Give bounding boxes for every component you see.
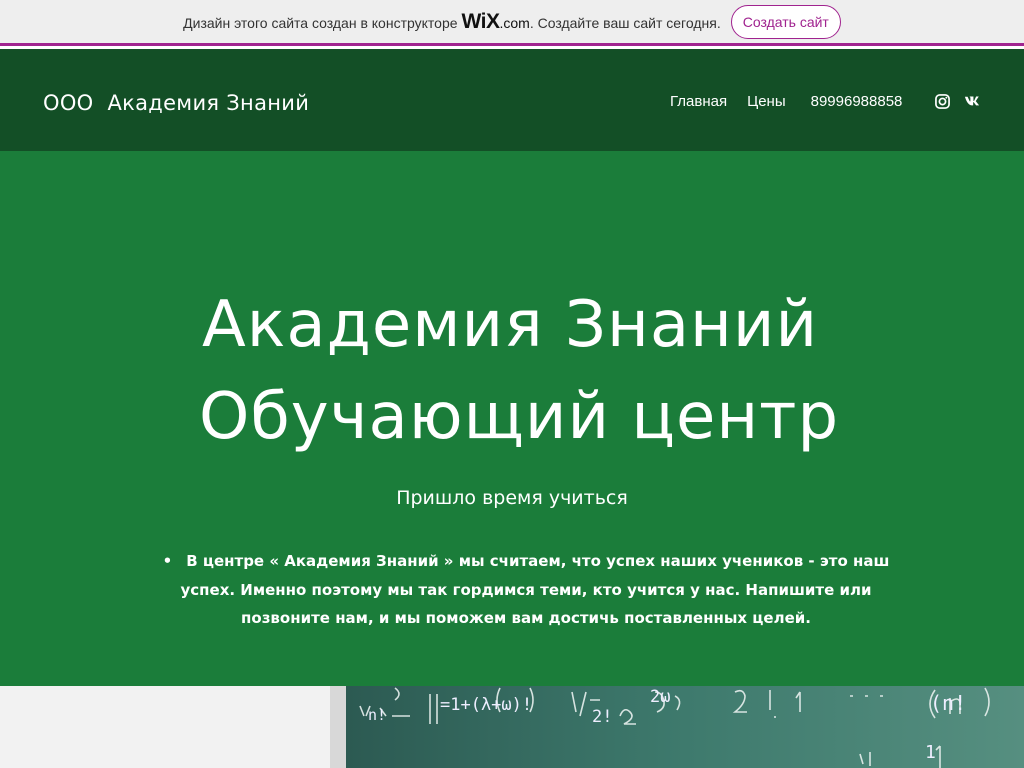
formula-text-3: 2ω [650,687,670,707]
wix-promo-banner: Дизайн этого сайта создан в конструкторе… [0,0,1024,46]
hero-body-content: В центре « Академия Знаний » мы считаем,… [180,552,890,627]
nav-item-prices[interactable]: Цены [747,93,786,110]
social-bar [934,93,980,109]
formula-text-2: =1+(λ+ω)! [440,695,532,715]
nav-item-home[interactable]: Главная [670,93,727,110]
wix-promo-text-before: Дизайн этого сайта создан в конструкторе [183,14,458,31]
hero-title-line1: Академия Знаний [201,288,819,362]
wix-logo-suffix: .com [499,14,530,31]
site-title[interactable]: ООО Академия Знаний [43,91,309,115]
hero-subtitle: Пришло время учиться [396,487,628,509]
formula-text-4: 2! [592,707,612,727]
bullet-marker: • [162,552,173,570]
wix-logo-main: WiX [461,9,500,33]
main-nav: Главная Цены 89996988858 [670,93,902,110]
hero-section: Академия Знаний Обучающий центр Пришло в… [0,151,1024,686]
hero-title-line2: Обучающий центр [198,380,840,454]
vk-icon[interactable] [964,93,980,109]
nav-item-phone[interactable]: 89996988858 [811,93,903,110]
instagram-icon[interactable] [934,93,950,109]
formula-text-6: 1 [925,742,936,763]
formula-text-5: (n! [930,691,966,715]
chalkboard-image: n! =1+(λ+ω)! 2ω 2! (n! 1 [0,686,1024,768]
formula-text-1: n! [368,706,386,724]
create-site-button[interactable]: Создать сайт [730,4,841,39]
hero-title: Академия Знаний Обучающий центр [0,279,1024,463]
hero-body-text: • В центре « Академия Знаний » мы считаем… [150,547,902,633]
site-header: ООО Академия Знаний Главная Цены 8999698… [0,49,1024,151]
wix-promo-text: Дизайн этого сайта создан в конструкторе… [183,10,721,34]
wix-logo[interactable]: WiX.com [462,10,530,34]
wix-promo-text-after: . Создайте ваш сайт сегодня. [529,14,721,31]
